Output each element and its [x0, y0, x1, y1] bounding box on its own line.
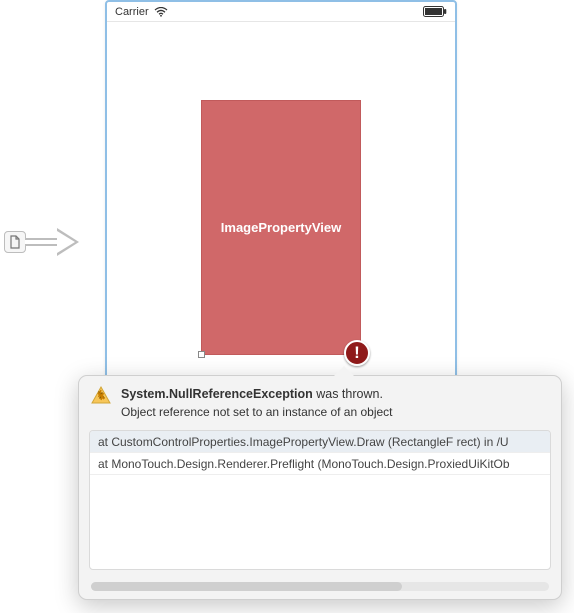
stack-frame[interactable]: at CustomControlProperties.ImageProperty…: [90, 431, 550, 453]
battery-icon: [423, 6, 447, 17]
document-icon: [4, 231, 26, 253]
status-bar: Carrier: [107, 2, 455, 22]
horizontal-scrollbar[interactable]: [91, 582, 549, 591]
wifi-icon: [154, 7, 168, 17]
stack-trace-list[interactable]: at CustomControlProperties.ImageProperty…: [89, 430, 551, 570]
breakpoint-stem: [25, 238, 57, 246]
popover-arrow: [334, 366, 354, 376]
exception-thrown-suffix: was thrown.: [313, 387, 383, 401]
carrier-label: Carrier: [115, 6, 149, 18]
error-badge-icon[interactable]: !: [344, 340, 370, 366]
resize-handle-bottom-left[interactable]: [198, 351, 205, 358]
warning-icon: [91, 386, 111, 404]
component-label: ImagePropertyView: [221, 220, 341, 235]
exception-title: System.NullReferenceException was thrown…: [121, 386, 393, 404]
stack-frame[interactable]: at MonoTouch.Design.Renderer.Preflight (…: [90, 453, 550, 475]
error-mark: !: [354, 343, 360, 363]
exception-popover: System.NullReferenceException was thrown…: [78, 375, 562, 600]
arrow-right-icon: [57, 228, 79, 256]
exception-message: Object reference not set to an instance …: [121, 404, 393, 421]
exception-name: System.NullReferenceException: [121, 387, 313, 401]
breakpoint-indicator[interactable]: [4, 228, 79, 256]
image-property-view-component[interactable]: ImagePropertyView !: [201, 100, 361, 355]
scrollbar-thumb[interactable]: [91, 582, 402, 591]
